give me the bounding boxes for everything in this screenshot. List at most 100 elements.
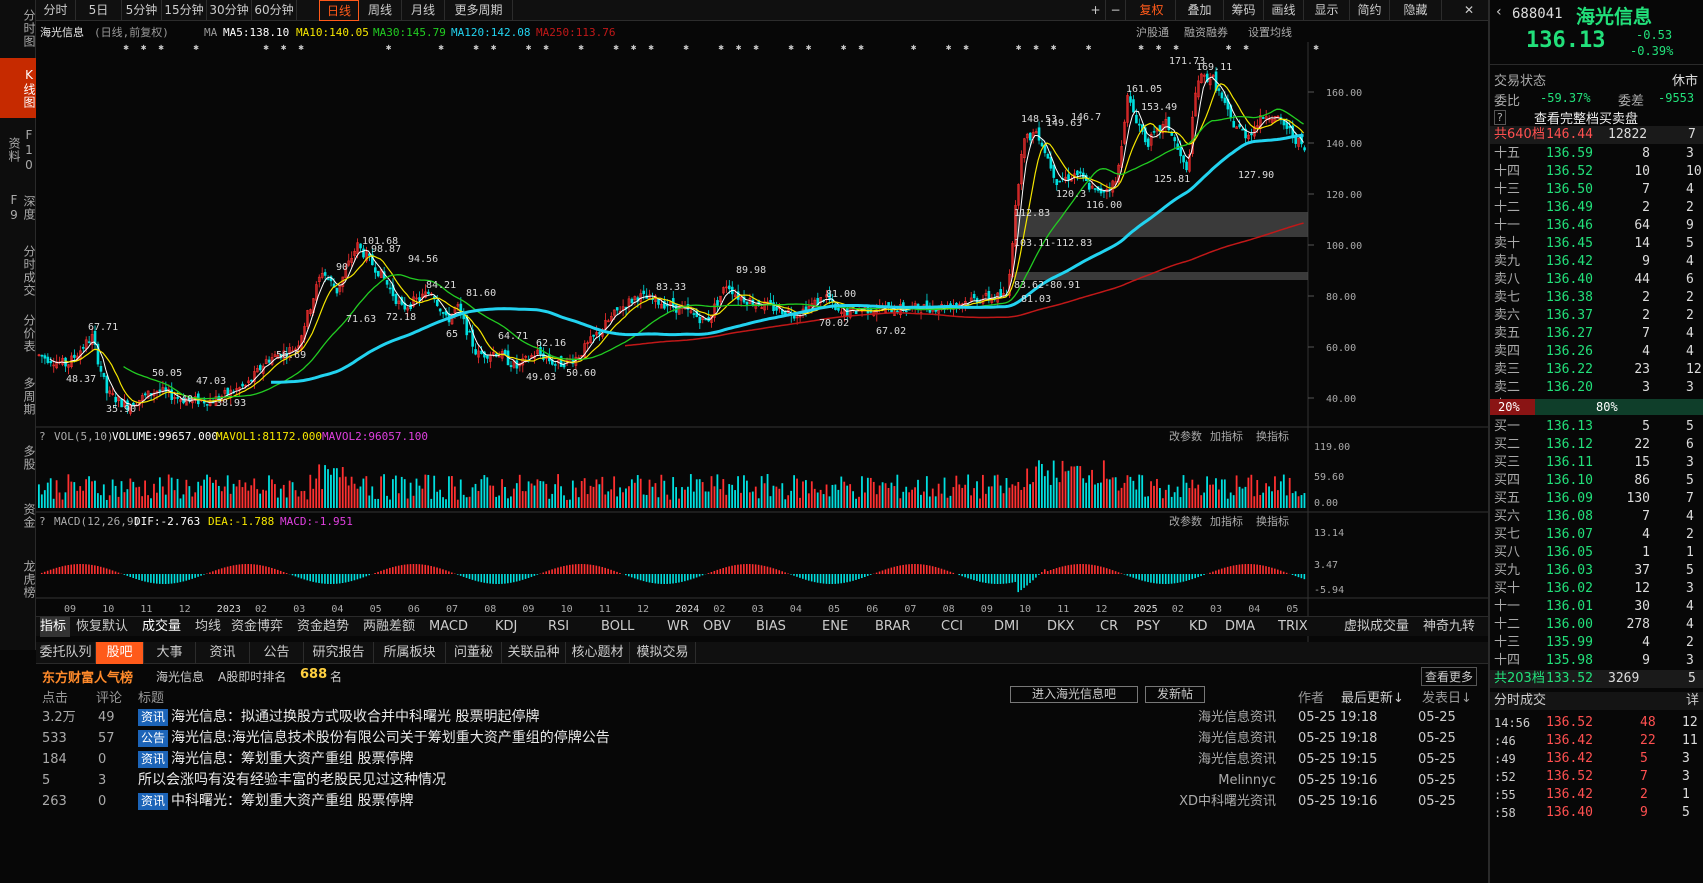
tab-kline[interactable]: K线图 xyxy=(0,58,36,118)
volume-bar xyxy=(153,483,155,508)
tab-depth[interactable]: 深度F9 xyxy=(0,183,36,233)
indicator-tab[interactable]: 成交量 xyxy=(142,617,189,637)
volume-bar xyxy=(1064,471,1067,508)
indicator-tab[interactable]: BRAR xyxy=(875,617,935,637)
zoom-out-button[interactable]: − xyxy=(1106,0,1126,21)
trades-detail-link[interactable]: 详 xyxy=(1686,692,1699,710)
indicator-tab[interactable]: 神奇九转 xyxy=(1423,617,1483,637)
news-tab[interactable]: 资讯 xyxy=(196,642,250,664)
indicator-tab[interactable]: DMA xyxy=(1225,617,1272,637)
full-book-button[interactable]: 查看完整档买卖盘 xyxy=(1534,108,1638,127)
sort-latest[interactable]: 最后更新↓ xyxy=(1341,687,1404,706)
news-date: 05-25 xyxy=(1418,752,1456,767)
news-tab[interactable]: 委托队列 xyxy=(36,642,96,664)
indicator-tab[interactable]: 资金趋势 xyxy=(297,617,357,637)
indicator-tab[interactable]: 指标 xyxy=(40,617,70,637)
period-60min[interactable]: 60分钟 xyxy=(252,0,297,21)
sort-date[interactable]: 发表日↓ xyxy=(1422,687,1472,706)
indicator-tab[interactable]: 资金博弈 xyxy=(231,617,291,637)
news-row[interactable]: 533 57 公告 海光信息:海光信息技术股份有限公司关于筹划重大资产重组的停牌公告 海… xyxy=(36,727,1488,750)
volume-bar xyxy=(150,498,152,508)
draw-button[interactable]: 画线 xyxy=(1264,0,1304,21)
hide-button[interactable]: 隐藏 xyxy=(1390,0,1442,21)
kline-chart[interactable]: 海光信息 (日线,前复权) MA MA5:138.10 MA10:140.05 … xyxy=(36,22,1488,670)
news-tab[interactable]: 关联品种 xyxy=(502,642,566,664)
news-row[interactable]: 3.2万 49 资讯 海光信息：拟通过换股方式吸收合并中科曙光 股票明起停牌 海光信息资… xyxy=(36,706,1488,729)
indicator-tab[interactable]: TRIX xyxy=(1278,617,1338,637)
indicator-tab[interactable]: ENE xyxy=(822,617,869,637)
display-button[interactable]: 显示 xyxy=(1304,0,1350,21)
period-30min[interactable]: 30分钟 xyxy=(207,0,252,21)
news-row[interactable]: 263 0 资讯 中科曙光：筹划重大资产重组 股票停牌 XD中科曙光资讯 05-25 19… xyxy=(36,790,1488,813)
simple-button[interactable]: 简约 xyxy=(1350,0,1390,21)
indicator-tab[interactable]: PSY xyxy=(1136,617,1183,637)
indicator-tab[interactable]: 均线 xyxy=(195,617,225,637)
indicator-tab[interactable]: 虚拟成交量 xyxy=(1344,617,1417,637)
macd-bar xyxy=(55,567,58,574)
macd-bar xyxy=(223,567,226,574)
close-icon[interactable]: ✕ xyxy=(1454,0,1484,21)
tab-funds[interactable]: 资金 xyxy=(0,491,36,541)
news-tab[interactable]: 问董秘 xyxy=(446,642,502,664)
news-tab[interactable]: 核心题材 xyxy=(566,642,630,664)
macd-bar xyxy=(498,574,500,584)
chips-button[interactable]: 筹码 xyxy=(1224,0,1264,21)
tab-multi-period[interactable]: 多周期 xyxy=(0,366,36,426)
indicator-tab[interactable]: MACD xyxy=(429,617,489,637)
indicator-tab[interactable]: DKX xyxy=(1047,617,1094,637)
indicator-tab[interactable]: 恢复默认 xyxy=(76,617,136,637)
zoom-in-button[interactable]: + xyxy=(1086,0,1106,21)
indicator-tab[interactable]: RSI xyxy=(548,617,595,637)
tab-price-dist[interactable]: 分价表 xyxy=(0,308,36,358)
period-15min[interactable]: 15分钟 xyxy=(162,0,207,21)
back-icon[interactable]: ‹ xyxy=(1496,4,1502,20)
macd-bar xyxy=(203,574,205,575)
period-daily[interactable]: 日线 xyxy=(319,0,359,21)
help-icon[interactable]: ? xyxy=(1494,110,1506,125)
volume-bar xyxy=(784,499,787,508)
period-weekly[interactable]: 周线 xyxy=(359,0,402,21)
news-tab[interactable]: 公告 xyxy=(250,642,304,664)
indicator-tab[interactable]: CCI xyxy=(941,617,988,637)
indicator-tab[interactable]: CR xyxy=(1100,617,1130,637)
news-tag: 资讯 xyxy=(138,793,169,810)
period-more[interactable]: 更多周期 xyxy=(445,0,513,21)
tab-fenshi[interactable]: 分时图 xyxy=(0,4,36,52)
news-tab[interactable]: 模拟交易 xyxy=(630,642,696,664)
macd-bar xyxy=(510,574,512,583)
tab-multi-stock[interactable]: 多股 xyxy=(0,433,36,483)
tab-f10[interactable]: F10资料 xyxy=(0,125,36,175)
tab-trades[interactable]: 分时成交 xyxy=(0,241,36,301)
candle-body xyxy=(99,365,103,372)
indicator-tab[interactable]: 两融差额 xyxy=(363,617,423,637)
news-tab[interactable]: 所属板块 xyxy=(374,642,446,664)
overlay-button[interactable]: 叠加 xyxy=(1176,0,1224,21)
indicator-tab[interactable]: KD xyxy=(1189,617,1219,637)
news-row[interactable]: 184 0 资讯 海光信息：筹划重大资产重组 股票停牌 海光信息资讯 05-25 19:1… xyxy=(36,748,1488,771)
indicator-tab[interactable]: DMI xyxy=(994,617,1041,637)
new-post-button[interactable]: 发新帖 xyxy=(1145,686,1205,703)
indicator-tab[interactable]: OBV xyxy=(703,617,750,637)
indicator-tab[interactable]: WR xyxy=(667,617,697,637)
view-more-button[interactable]: 查看更多 xyxy=(1421,667,1478,686)
volume-bar xyxy=(822,494,825,508)
news-tab[interactable]: 股吧 xyxy=(96,642,144,664)
indicator-tab[interactable]: KDJ xyxy=(495,617,542,637)
indicator-tab[interactable]: BIAS xyxy=(756,617,816,637)
volume-bar xyxy=(1232,495,1235,508)
period-5min[interactable]: 5分钟 xyxy=(122,0,162,21)
news-tab[interactable]: 研究报告 xyxy=(304,642,374,664)
macd-bar xyxy=(1194,574,1196,579)
volume-bar xyxy=(374,498,377,508)
indicator-tab[interactable]: BOLL xyxy=(601,617,661,637)
macd-bar xyxy=(445,570,447,574)
period-fenshi[interactable]: 分时 xyxy=(36,0,76,21)
macd-bar xyxy=(1232,565,1235,574)
period-5day[interactable]: 5日 xyxy=(76,0,122,21)
enter-forum-button[interactable]: 进入海光信息吧 xyxy=(1010,686,1138,703)
tab-dragon-tiger[interactable]: 龙虎榜 xyxy=(0,549,36,609)
period-monthly[interactable]: 月线 xyxy=(402,0,445,21)
adjust-button[interactable]: 复权 xyxy=(1128,0,1176,21)
news-row[interactable]: 5 3 所以会涨吗有没有经验丰富的老股民见过这种情况 Melinnyc 05-25 19… xyxy=(36,769,1488,792)
news-tab[interactable]: 大事 xyxy=(144,642,196,664)
